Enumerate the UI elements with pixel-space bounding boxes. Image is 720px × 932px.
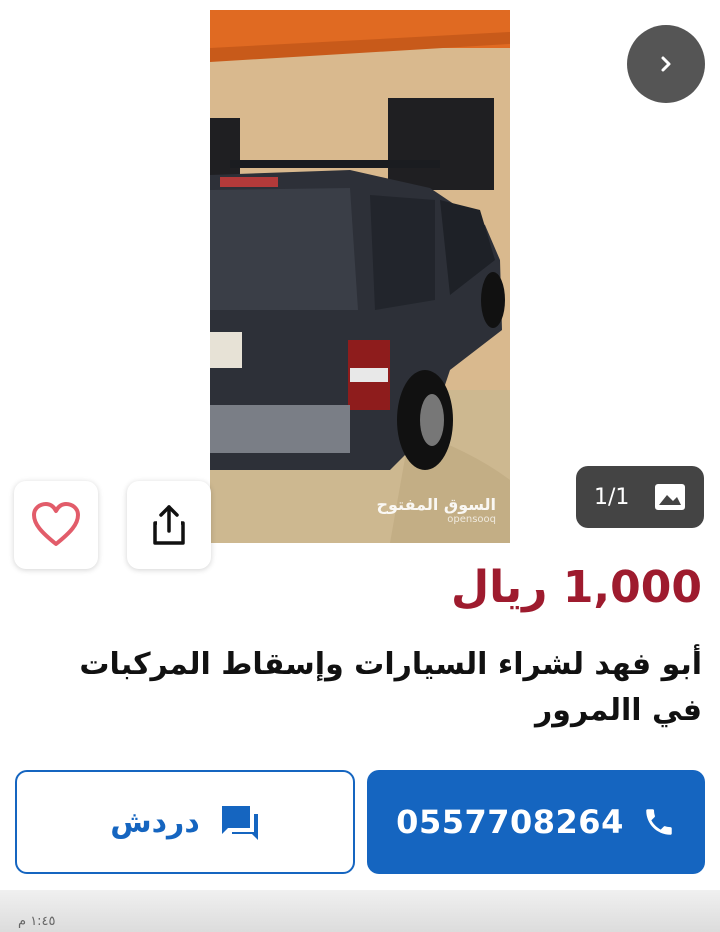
car-photo-illustration	[210, 10, 510, 543]
chat-button[interactable]: دردش	[15, 770, 355, 874]
phone-icon	[646, 809, 672, 835]
phone-number: 0557708264	[396, 803, 624, 841]
watermark: السوق المفتوح opensooq	[376, 496, 496, 525]
listing-price: 1,000 ريال	[450, 562, 702, 613]
chat-label: دردش	[110, 804, 200, 840]
image-counter-badge[interactable]: 1/1	[576, 466, 704, 528]
bottom-bar	[0, 890, 720, 932]
watermark-sub: opensooq	[447, 514, 496, 525]
share-button[interactable]	[127, 481, 211, 569]
chat-icon	[221, 806, 258, 840]
car-photo[interactable]: السوق المفتوح opensooq	[210, 10, 510, 543]
watermark-main: السوق المفتوح	[376, 495, 496, 515]
image-gallery[interactable]: السوق المفتوح opensooq 1/1	[0, 0, 720, 569]
listing-title: أبو فهد لشراء السيارات وإسقاط المركبات ف…	[79, 647, 702, 728]
call-button[interactable]: 0557708264	[367, 770, 705, 874]
chevron-right-icon	[661, 56, 671, 72]
image-icon	[655, 484, 685, 510]
share-icon	[153, 505, 185, 545]
image-counter: 1/1	[594, 484, 630, 510]
heart-icon	[32, 502, 80, 546]
timestamp: ١:٤٥ م	[18, 914, 56, 929]
favorite-button[interactable]	[14, 481, 98, 569]
next-image-button[interactable]	[627, 25, 705, 103]
